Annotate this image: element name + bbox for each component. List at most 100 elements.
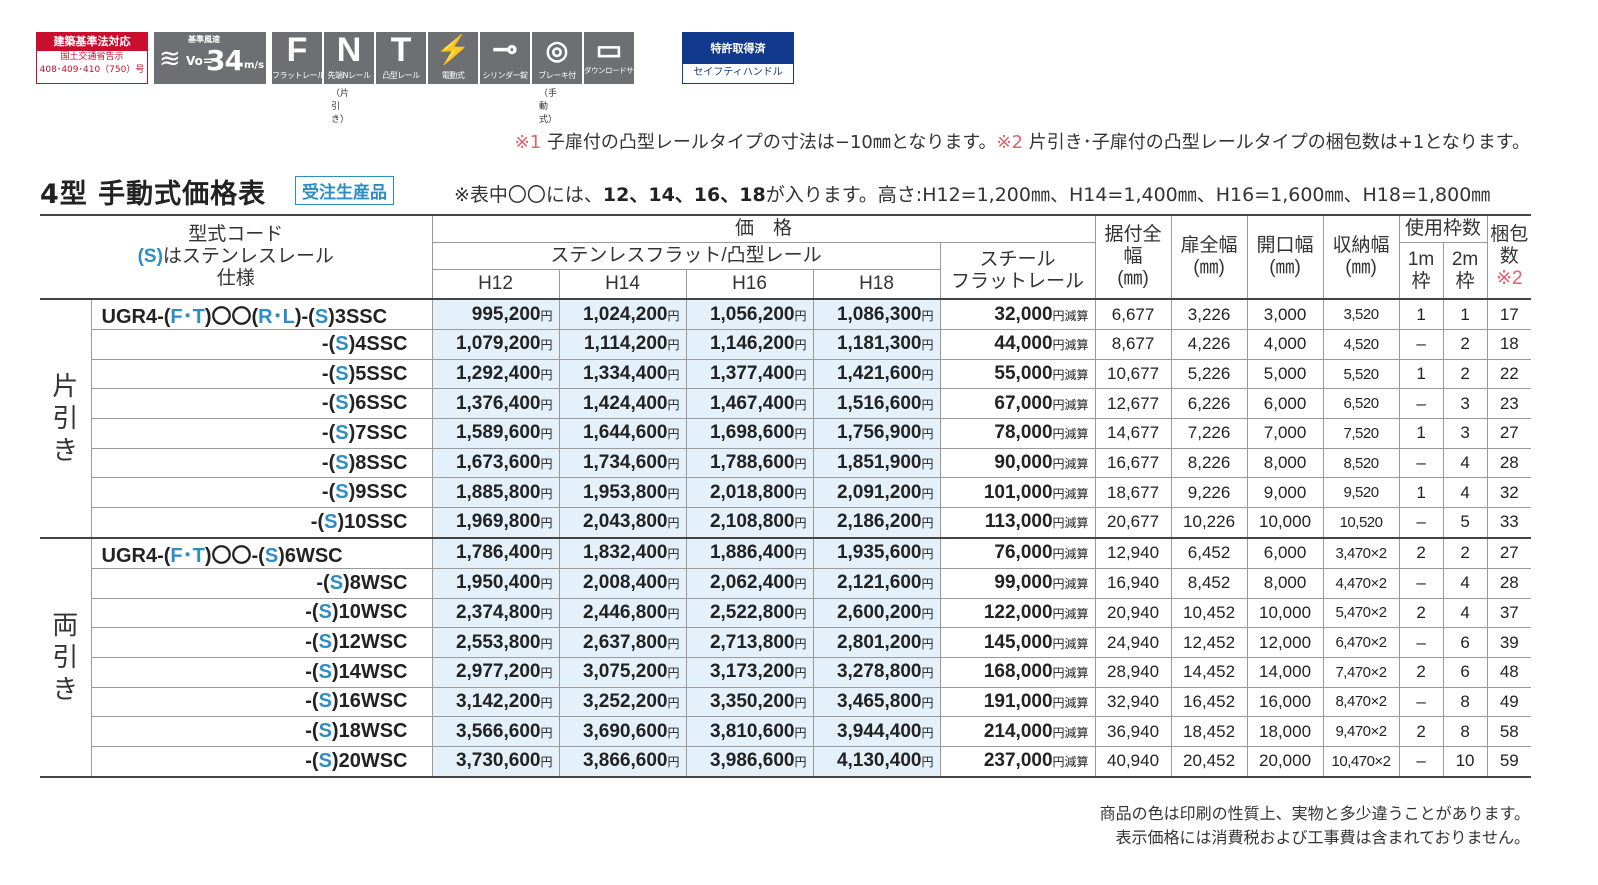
page-title: 4型 手動式価格表: [40, 179, 267, 210]
model-code: -(S)6SSC: [90, 388, 433, 420]
price-value: 995,200: [471, 303, 541, 325]
opening-width: 12,000: [1246, 627, 1324, 658]
frame-2m: 6: [1442, 656, 1488, 688]
install-width: 20,940: [1094, 597, 1172, 629]
price-h16: 1,146,200円: [685, 329, 814, 360]
yen-unit: 円: [794, 666, 807, 681]
reduction-unit: 円減算: [1052, 666, 1089, 681]
price-value: 3,278,800: [836, 661, 922, 683]
install-width: 12,677: [1094, 388, 1172, 420]
reduction-unit: 円減算: [1052, 577, 1089, 592]
yen-unit: 円: [921, 308, 934, 323]
price-h12: 3,566,600円: [431, 716, 560, 747]
price-h18: 1,935,600円: [812, 536, 941, 569]
frame-2m: 4: [1442, 447, 1488, 479]
table-body: 片引き片引きUGR4-(F･T)〇〇(R･L)-(S)3SSC995,200円1…: [40, 298, 1532, 778]
install-width: 8,677: [1094, 329, 1172, 360]
building-standard-title: 建築基準法対応: [37, 33, 147, 51]
price-value: 1,421,600: [836, 363, 922, 385]
yen-unit: 円: [921, 427, 934, 442]
storage-width: 3,520: [1322, 298, 1400, 330]
storage-width: 10,520: [1322, 507, 1400, 539]
price-value: 2,108,800: [709, 511, 795, 533]
frame-1m: –: [1398, 627, 1444, 658]
price-value: 1,516,600: [836, 392, 922, 414]
price-h16: 2,062,400円: [685, 567, 814, 599]
frame-1m: 1: [1398, 418, 1444, 449]
price-value: 1,832,400: [582, 542, 668, 564]
price-value: 3,465,800: [836, 690, 922, 712]
frame-2m: 10: [1442, 745, 1488, 778]
price-value: 2,553,800: [455, 631, 541, 653]
table-row: 片引き片引きUGR4-(F･T)〇〇(R･L)-(S)3SSC995,200円1…: [40, 298, 1532, 539]
tip-n-rail-note: （片引き）: [331, 89, 350, 125]
model-code: -(S)18WSC: [90, 716, 433, 747]
price-h18: 2,091,200円: [812, 477, 941, 509]
yen-unit: 円: [540, 577, 553, 592]
table-row: -(S)18WSC 3,566,600円 3,690,600円 3,810,600円 3…: [40, 716, 1532, 747]
price-h16: 1,886,400円: [685, 536, 814, 569]
note3-pre: ※表中〇〇には、: [454, 184, 603, 206]
storage-width: 7,470×2: [1322, 656, 1400, 688]
price-value: 1,851,900: [836, 452, 922, 474]
yen-unit: 円: [794, 368, 807, 383]
section-label: 片引き片引き: [40, 298, 92, 539]
yen-unit: 円: [667, 486, 680, 501]
price-h12: 2,977,200円: [431, 656, 560, 688]
door-width: 20,452: [1170, 745, 1248, 778]
storage-width: 3,470×2: [1322, 536, 1400, 569]
opening-width: 6,000: [1246, 536, 1324, 569]
reduction-unit: 円減算: [1052, 606, 1089, 621]
header-model-code-line2: はステンレスレール: [162, 246, 334, 267]
building-standard-line2: 408･409･410（750）号: [39, 65, 145, 75]
pack-count: 48: [1486, 656, 1532, 688]
price-value: 1,079,200: [455, 333, 541, 355]
header-price: 価 格: [431, 214, 1096, 243]
price-steel: 101,000円減算: [939, 477, 1096, 509]
yen-unit: 円: [667, 606, 680, 621]
price-value: 3,566,600: [455, 720, 541, 742]
door-width: 10,226: [1170, 507, 1248, 539]
price-value: 2,121,600: [836, 572, 922, 594]
yen-unit: 円: [921, 547, 934, 562]
price-value: 2,018,800: [709, 481, 795, 503]
price-h14: 2,637,800円: [558, 627, 687, 658]
yen-unit: 円: [794, 547, 807, 562]
steel-reduction-value: 78,000: [994, 422, 1053, 444]
price-value: 1,056,200: [709, 303, 795, 325]
door-width: 16,452: [1170, 686, 1248, 718]
footer-line1: 商品の色は印刷の性質上、実物と多少違うことがあります。: [1099, 804, 1530, 823]
yen-unit: 円: [921, 725, 934, 740]
yen-unit: 円: [667, 427, 680, 442]
note1-text: 子扉付の凸型レールタイプの寸法は−10㎜となります。: [541, 132, 997, 153]
frame-1m: 2: [1398, 536, 1444, 569]
price-steel: 191,000円減算: [939, 686, 1096, 718]
frame-2m: 5: [1442, 507, 1488, 539]
yen-unit: 円: [921, 636, 934, 651]
dimension-note: ※1 子扉付の凸型レールタイプの寸法は−10㎜となります。※2 片引き･子扉付の…: [515, 128, 1530, 154]
building-standard-badge: 建築基準法対応 国土交通省告示 408･409･410（750）号: [36, 32, 148, 84]
header-frames: 使用枠数: [1398, 214, 1488, 243]
price-value: 2,374,800: [455, 601, 541, 623]
header-2m-frame: 2m 枠: [1442, 242, 1488, 300]
door-width: 4,226: [1170, 329, 1248, 360]
cylinder-lock-label: シリンダー錠: [482, 71, 529, 80]
frame-1m: 2: [1398, 716, 1444, 747]
model-code: -(S)12WSC: [90, 627, 433, 658]
price-h14: 2,008,400円: [558, 567, 687, 599]
price-h16: 1,698,600円: [685, 418, 814, 449]
frame-1m: 1: [1398, 477, 1444, 509]
price-steel: 32,000円減算: [939, 298, 1096, 330]
price-value: 1,424,400: [582, 392, 668, 414]
price-h16: 3,810,600円: [685, 716, 814, 747]
frame-2m: 3: [1442, 388, 1488, 420]
steel-reduction-value: 90,000: [994, 452, 1053, 474]
yen-unit: 円: [540, 308, 553, 323]
door-width: 6,452: [1170, 536, 1248, 569]
reduction-unit: 円減算: [1052, 516, 1089, 531]
storage-width: 5,520: [1322, 358, 1400, 390]
frame-1m: –: [1398, 567, 1444, 599]
frame-1m: –: [1398, 686, 1444, 718]
pack-count: 32: [1486, 477, 1532, 509]
price-h16: 1,056,200円: [685, 298, 814, 330]
